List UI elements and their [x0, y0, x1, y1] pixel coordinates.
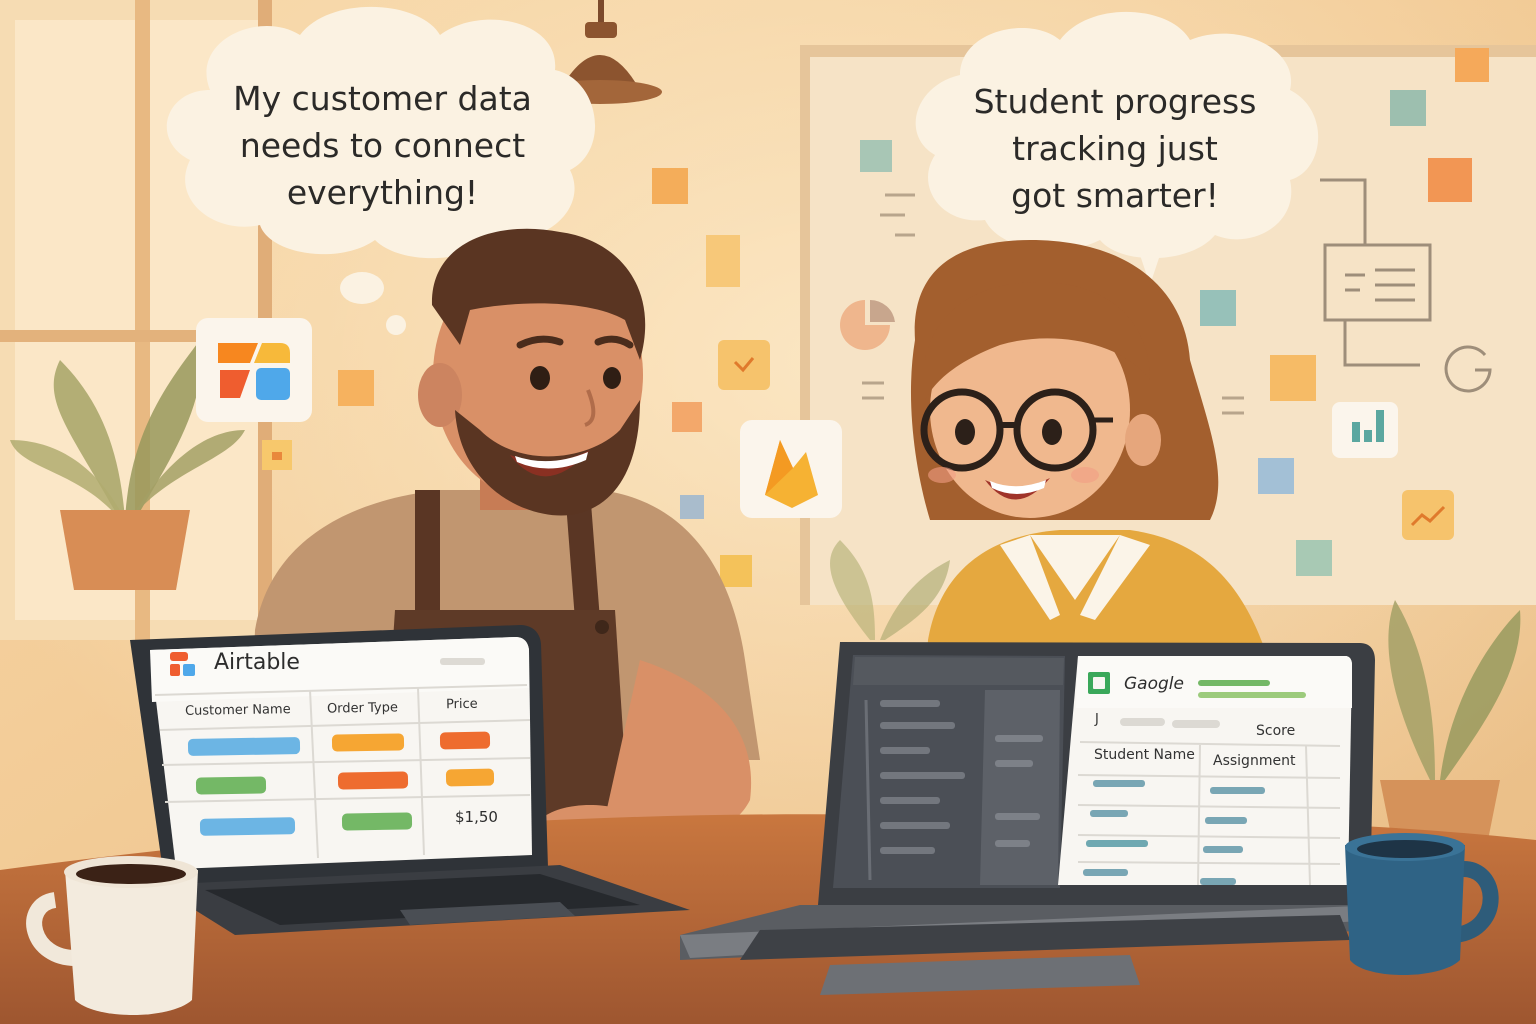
speech-left-line-3: everything! [286, 173, 479, 212]
trend-line-icon [1402, 490, 1454, 540]
speech-text-right: Student progress tracking just got smart… [945, 78, 1285, 219]
check-note-icon [718, 340, 770, 390]
speech-right-line-1: Student progress [973, 82, 1257, 121]
speech-left-line-1: My customer data [233, 79, 532, 118]
illustration-scene: My customer data needs to connect everyt… [0, 0, 1536, 1024]
airtable-col-customer-name: Customer Name [184, 702, 291, 719]
firebase-flame-icon [740, 420, 842, 518]
airtable-logo-icon [196, 318, 312, 422]
speech-right-line-3: got smarter! [1011, 176, 1219, 215]
airtable-price-cell: $1,50 [455, 808, 498, 826]
google-score-label: Score [1256, 723, 1296, 739]
speech-left-line-2: needs to connect [239, 126, 526, 165]
google-col-student-name: Student Name [1094, 747, 1195, 763]
airtable-col-price: Price [445, 696, 478, 713]
speech-text-left: My customer data needs to connect everyt… [210, 75, 555, 216]
google-col-assignment: Assignment [1213, 753, 1296, 769]
google-title: Gaogle [1124, 674, 1184, 694]
airtable-col-order-type: Order Type [326, 700, 399, 717]
speech-right-line-2: tracking just [1012, 129, 1218, 168]
bar-chart-icon [1332, 402, 1398, 458]
airtable-title: Airtable [214, 650, 300, 675]
google-stray-mark: J [1095, 712, 1099, 727]
